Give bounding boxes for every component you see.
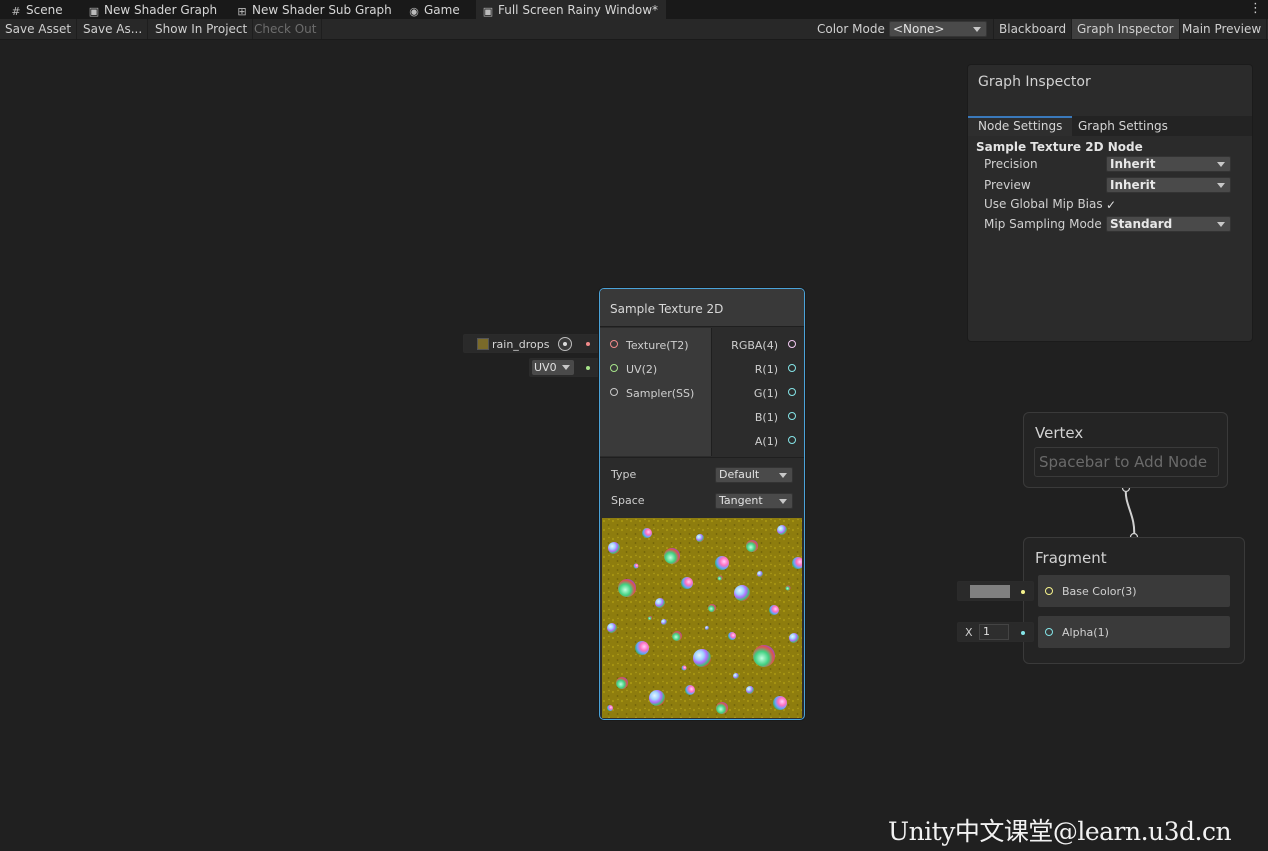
node-input-ports: Texture(T2) UV(2) Sampler(SS) [600,328,712,456]
node-output-ports: RGBA(4) R(1) G(1) B(1) A(1) [713,328,804,456]
sample-texture-2d-node[interactable]: Sample Texture 2D Texture(T2) UV(2) Samp… [599,288,805,720]
node-settings: Type Default Space Tangent [600,457,804,518]
use-global-mip-bias-checkbox[interactable]: ✓ [1106,198,1116,212]
base-color-input-chip[interactable] [957,581,1034,601]
chevron-down-icon [562,365,570,370]
vertex-stack[interactable]: Vertex Spacebar to Add Node [1023,412,1228,488]
alpha-label: Alpha(1) [1062,626,1109,639]
chevron-down-icon [779,473,787,478]
texture-input-port[interactable] [610,340,618,348]
alpha-input-chip[interactable]: X 1 [957,622,1034,642]
fragment-stack[interactable]: Fragment Base Color(3) Alpha(1) [1023,537,1245,664]
rgba-output-port[interactable] [788,340,796,348]
use-global-mip-bias-label: Use Global Mip Bias [984,197,1103,211]
type-dropdown[interactable]: Default [715,467,793,483]
uv-value: UV0 [534,361,557,374]
chevron-down-icon [1217,162,1225,167]
chevron-down-icon [779,499,787,504]
graph-inspector-panel[interactable]: Graph Inspector Node Settings Graph Sett… [967,64,1253,342]
g-output-port[interactable] [788,388,796,396]
r-port-label: R(1) [754,363,778,376]
mip-sampling-mode-dropdown[interactable]: Standard [1106,216,1231,232]
sampler-port-label: Sampler(SS) [626,387,695,400]
a-port-label: A(1) [754,435,778,448]
node-header[interactable]: Sample Texture 2D [600,289,804,327]
space-value: Tangent [719,494,763,507]
alpha-axis-label: X [965,626,973,639]
space-dropdown[interactable]: Tangent [715,493,793,509]
type-value: Default [719,468,760,481]
space-label: Space [611,494,645,507]
uv-input-port[interactable] [610,364,618,372]
rain-drops-normal-map-preview [602,518,802,718]
preview-dropdown[interactable]: Inherit [1106,177,1231,193]
texture-thumbnail-icon [477,338,489,350]
vertex-title: Vertex [1035,424,1084,442]
fragment-title: Fragment [1035,549,1107,567]
type-label: Type [611,468,637,481]
mip-sampling-mode-value: Standard [1110,217,1173,231]
r-output-port[interactable] [788,364,796,372]
inspector-title: Graph Inspector [978,74,1091,90]
vertex-fragment-wire [1124,487,1136,538]
precision-label: Precision [984,157,1038,171]
base-color-port[interactable] [1045,587,1053,595]
base-color-block[interactable]: Base Color(3) [1038,575,1230,607]
color-swatch[interactable] [970,585,1010,598]
texture-input-chip[interactable]: rain_drops [463,334,599,353]
node-title: Sample Texture 2D [610,302,724,316]
texture-preview-image [602,518,802,718]
rgba-port-label: RGBA(4) [731,339,778,352]
mip-sampling-mode-label: Mip Sampling Mode [984,217,1102,231]
chevron-down-icon [1217,183,1225,188]
spacebar-add-node-hint[interactable]: Spacebar to Add Node [1034,447,1219,477]
inspector-tabs: Node Settings Graph Settings [968,116,1252,136]
precision-dropdown[interactable]: Inherit [1106,156,1231,172]
a-output-port[interactable] [788,436,796,444]
sampler-input-port[interactable] [610,388,618,396]
alpha-block[interactable]: Alpha(1) [1038,616,1230,648]
g-port-label: G(1) [753,387,778,400]
preview-label: Preview [984,178,1031,192]
texture-port-label: Texture(T2) [626,339,689,352]
watermark-text: Unity中文课堂@learn.u3d.cn [888,817,1232,846]
preview-value: Inherit [1110,178,1156,192]
uv-port-label: UV(2) [626,363,658,376]
uv-dropdown[interactable]: UV0 [532,360,574,375]
base-color-label: Base Color(3) [1062,585,1137,598]
inspector-node-title: Sample Texture 2D Node [976,140,1143,154]
float-dot-icon [1021,631,1025,635]
chevron-down-icon [1217,222,1225,227]
b-output-port[interactable] [788,412,796,420]
object-picker-icon[interactable] [558,337,572,351]
uv-dot-icon [586,366,590,370]
alpha-value-field[interactable]: 1 [979,624,1009,640]
precision-value: Inherit [1110,157,1156,171]
uv-input-chip[interactable]: UV0 [529,358,599,377]
vector-dot-icon [1021,590,1025,594]
b-port-label: B(1) [754,411,778,424]
texture-input-value: rain_drops [492,338,550,351]
texture-dot-icon [586,342,590,346]
alpha-port[interactable] [1045,628,1053,636]
tab-graph-settings[interactable]: Graph Settings [1068,116,1178,136]
tab-node-settings[interactable]: Node Settings [968,116,1073,136]
